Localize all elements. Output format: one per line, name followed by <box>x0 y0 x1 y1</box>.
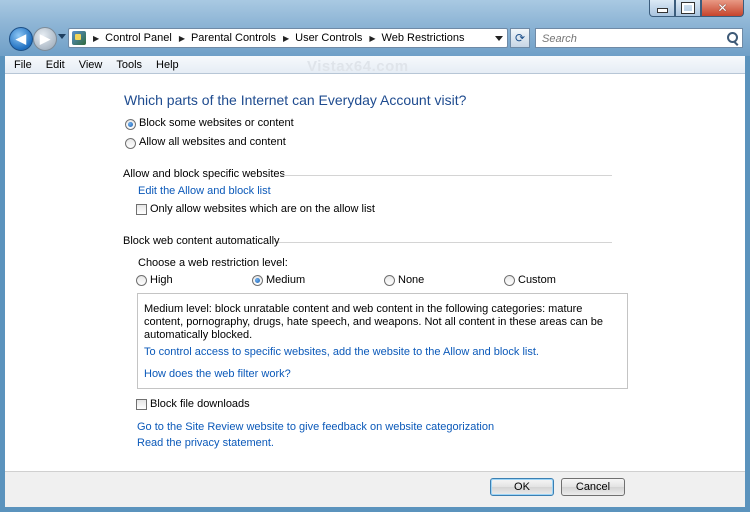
button-bar: OK Cancel <box>5 471 745 507</box>
radio-block-some-label[interactable]: Block some websites or content <box>139 117 294 129</box>
forward-button[interactable]: ▶ <box>33 27 57 51</box>
site-review-link[interactable]: Go to the Site Review website to give fe… <box>137 421 494 433</box>
radio-level-custom-label[interactable]: Custom <box>518 274 556 286</box>
maximize-icon <box>681 2 695 14</box>
search-box[interactable] <box>535 28 743 48</box>
level-description-text: Medium level: block unratable content an… <box>144 303 604 341</box>
breadcrumb-arrow-icon[interactable]: ▶ <box>283 34 289 43</box>
maximize-button[interactable] <box>675 0 701 17</box>
address-dropdown-icon[interactable] <box>495 36 503 41</box>
main-content: Which parts of the Internet can Everyday… <box>5 74 745 471</box>
only-allow-checkbox[interactable] <box>136 204 147 215</box>
window: ✕ ◀ ▶ ▶ Control Panel ▶ Parental Control… <box>0 0 750 512</box>
menu-edit[interactable]: Edit <box>46 59 65 71</box>
breadcrumb-arrow-icon[interactable]: ▶ <box>179 34 185 43</box>
title-bar: ✕ ◀ ▶ ▶ Control Panel ▶ Parental Control… <box>0 0 750 56</box>
refresh-icon: ⟳ <box>514 31 526 45</box>
breadcrumb-arrow-icon[interactable]: ▶ <box>93 34 99 43</box>
recent-pages-dropdown[interactable] <box>58 34 66 39</box>
radio-level-high-label[interactable]: High <box>150 274 173 286</box>
radio-level-high[interactable] <box>136 275 147 286</box>
level-description-box: Medium level: block unratable content an… <box>137 293 628 389</box>
forward-arrow-icon: ▶ <box>40 31 50 46</box>
menu-help[interactable]: Help <box>156 59 179 71</box>
allow-block-heading: Allow and block specific websites <box>123 168 286 180</box>
restriction-level-label: Choose a web restriction level: <box>138 257 288 269</box>
breadcrumb-user-controls[interactable]: User Controls <box>295 32 362 44</box>
search-input[interactable] <box>540 30 724 48</box>
radio-level-custom[interactable] <box>504 275 515 286</box>
breadcrumb-web-restrictions[interactable]: Web Restrictions <box>382 32 465 44</box>
block-downloads-checkbox[interactable] <box>136 399 147 410</box>
search-icon[interactable] <box>727 32 738 43</box>
breadcrumb-parental-controls[interactable]: Parental Controls <box>191 32 276 44</box>
cancel-button[interactable]: Cancel <box>561 478 625 496</box>
block-downloads-label[interactable]: Block file downloads <box>150 398 250 410</box>
caption-buttons: ✕ <box>649 0 744 17</box>
auto-block-heading: Block web content automatically <box>123 235 280 247</box>
radio-level-none[interactable] <box>384 275 395 286</box>
back-arrow-icon: ◀ <box>16 31 26 46</box>
radio-level-medium[interactable] <box>252 275 263 286</box>
address-bar[interactable]: ▶ Control Panel ▶ Parental Controls ▶ Us… <box>68 28 508 48</box>
radio-allow-all[interactable] <box>125 138 136 149</box>
radio-allow-all-label[interactable]: Allow all websites and content <box>139 136 286 148</box>
minimize-icon <box>656 8 668 13</box>
divider <box>278 242 612 243</box>
minimize-button[interactable] <box>649 0 675 17</box>
menu-file[interactable]: File <box>14 59 32 71</box>
close-button[interactable]: ✕ <box>701 0 744 17</box>
menu-tools[interactable]: Tools <box>116 59 142 71</box>
control-access-link[interactable]: To control access to specific websites, … <box>144 346 539 358</box>
radio-level-none-label[interactable]: None <box>398 274 424 286</box>
refresh-button[interactable]: ⟳ <box>510 28 530 48</box>
control-panel-icon <box>72 31 86 45</box>
back-button[interactable]: ◀ <box>9 27 33 51</box>
web-filter-help-link[interactable]: How does the web filter work? <box>144 368 291 380</box>
radio-level-medium-label[interactable]: Medium <box>266 274 305 286</box>
page-title: Which parts of the Internet can Everyday… <box>124 92 467 108</box>
breadcrumb-arrow-icon[interactable]: ▶ <box>369 34 375 43</box>
only-allow-label[interactable]: Only allow websites which are on the all… <box>150 203 375 215</box>
radio-block-some[interactable] <box>125 119 136 130</box>
watermark: Vistax64.com <box>307 58 409 75</box>
menu-view[interactable]: View <box>79 59 103 71</box>
ok-button[interactable]: OK <box>490 478 554 496</box>
edit-allow-block-link[interactable]: Edit the Allow and block list <box>138 185 271 197</box>
divider <box>281 175 612 176</box>
breadcrumb-control-panel[interactable]: Control Panel <box>105 32 172 44</box>
close-icon: ✕ <box>717 1 728 15</box>
privacy-statement-link[interactable]: Read the privacy statement. <box>137 437 274 449</box>
